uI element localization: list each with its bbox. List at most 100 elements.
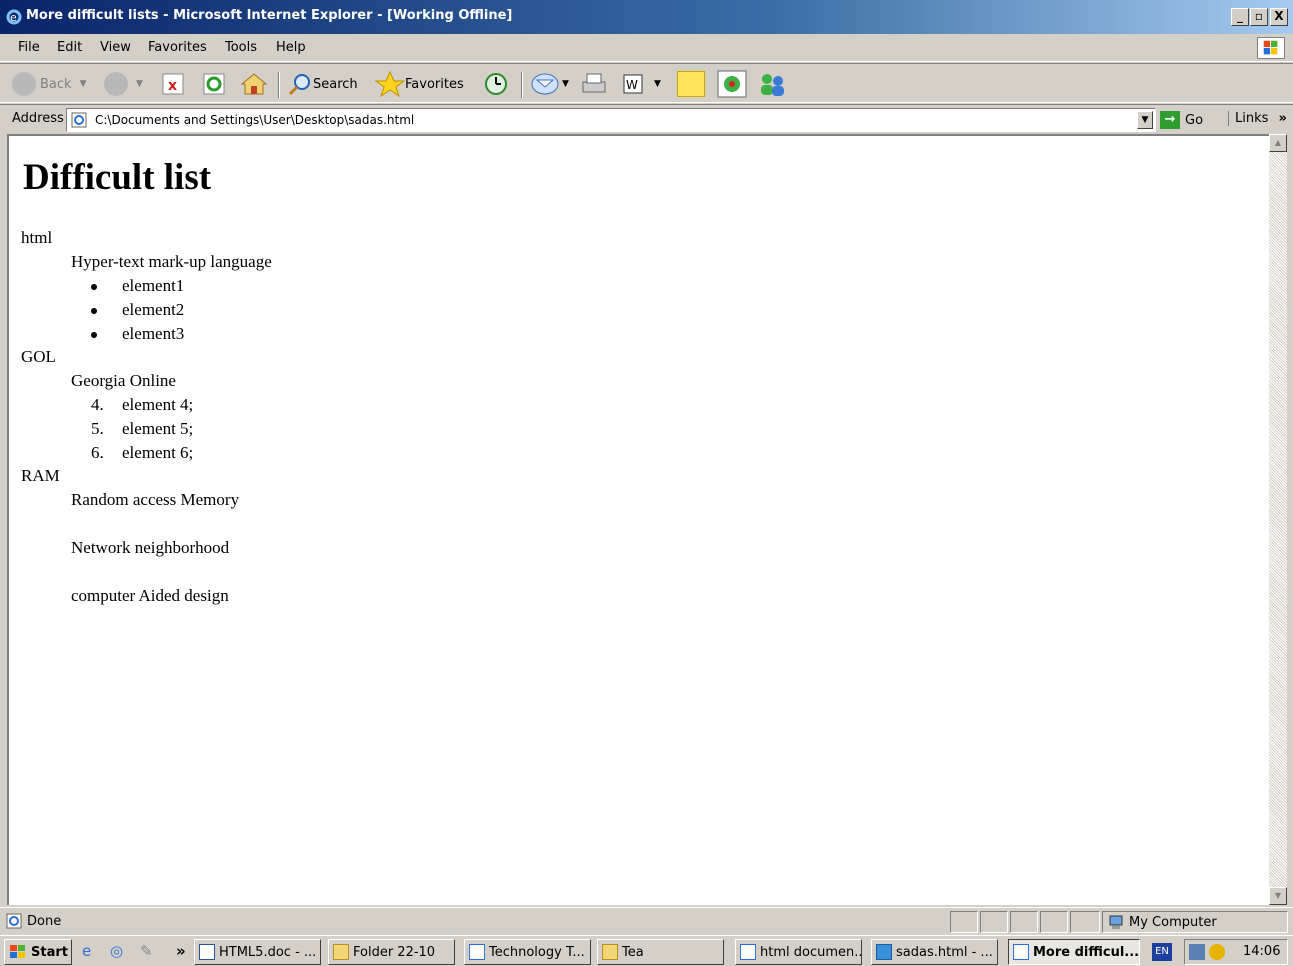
scroll-up-button[interactable]: ▲ <box>1269 134 1287 152</box>
list-item: element2 <box>122 300 185 319</box>
go-button[interactable]: → Go <box>1160 110 1203 130</box>
ie-icon <box>1013 944 1029 960</box>
forward-button[interactable]: ▼ <box>104 71 143 97</box>
quicklaunch-chevron-icon[interactable]: » <box>176 942 186 960</box>
minimize-button[interactable]: _ <box>1231 8 1249 26</box>
address-dropdown-button[interactable]: ▼ <box>1137 111 1153 129</box>
quicklaunch-tool-icon[interactable]: ✎ <box>140 942 153 960</box>
page-icon <box>71 112 87 128</box>
people-icon <box>761 74 784 96</box>
status-text: Done <box>27 913 62 929</box>
bullet-icon <box>91 284 97 290</box>
task-label: Folder 22-10 <box>353 944 436 960</box>
task-html-documen[interactable]: html documen... <box>735 939 862 965</box>
menu-bar: File Edit View Favorites Tools Help <box>0 34 1293 62</box>
quicklaunch-outlook-icon[interactable]: ◎ <box>110 942 123 960</box>
dl-term-ram: RAM <box>21 466 60 485</box>
language-indicator[interactable]: EN <box>1152 943 1172 961</box>
start-button[interactable]: Start <box>4 939 72 965</box>
page-heading: Difficult list <box>23 157 212 198</box>
task-tea[interactable]: Tea <box>597 939 724 965</box>
svg-text:x: x <box>168 78 177 94</box>
mail-icon <box>531 73 559 95</box>
list-item: element 5; <box>122 419 194 438</box>
menu-tools[interactable]: Tools <box>225 40 257 55</box>
refresh-button[interactable] <box>203 71 225 97</box>
vertical-scrollbar[interactable]: ▲ ▼ <box>1269 134 1287 905</box>
system-tray: 14:06 <box>1184 939 1288 965</box>
list-item: element3 <box>122 324 185 343</box>
home-button[interactable] <box>241 71 267 97</box>
address-label: Address <box>12 111 64 126</box>
history-icon <box>485 73 507 95</box>
task-folder-22-10[interactable]: Folder 22-10 <box>328 939 455 965</box>
maximize-button[interactable]: ▫ <box>1250 8 1268 26</box>
home-icon <box>241 73 267 95</box>
folder-icon <box>602 944 618 960</box>
standard-toolbar: Back ▼ ▼ x Search Favorites ▼ W ▼ <box>0 63 1293 103</box>
note-icon <box>677 71 705 97</box>
security-icon[interactable] <box>1209 944 1225 960</box>
links-button[interactable]: Links » <box>1228 111 1287 126</box>
address-bar: Address C:\Documents and Settings\User\D… <box>0 104 1293 134</box>
start-label: Start <box>31 944 68 960</box>
favorites-star-icon <box>375 71 405 97</box>
word-icon: W <box>623 74 643 94</box>
back-button[interactable]: Back ▼ <box>12 71 86 97</box>
search-button[interactable]: Search <box>287 71 358 97</box>
dl-def-gol: Georgia Online <box>71 371 176 390</box>
chevron-right-icon: » <box>1278 111 1287 126</box>
list-marker: 6. <box>91 443 104 462</box>
links-label: Links <box>1235 111 1269 126</box>
task-html5-doc[interactable]: HTML5.doc - ... <box>194 939 321 965</box>
ie-page-icon <box>6 913 22 929</box>
close-button[interactable]: X <box>1270 8 1288 26</box>
page-content: Difficult list html Hyper-text mark-up l… <box>7 134 1269 905</box>
stop-button[interactable]: x <box>162 71 184 97</box>
menu-edit[interactable]: Edit <box>57 40 82 55</box>
address-input[interactable]: C:\Documents and Settings\User\Desktop\s… <box>66 108 1156 132</box>
task-sadas-html[interactable]: sadas.html - ... <box>871 939 998 965</box>
svg-text:W: W <box>626 78 638 92</box>
menu-help[interactable]: Help <box>276 40 306 55</box>
task-label: More difficul... <box>1033 944 1140 960</box>
title-bar[interactable]: e More difficult lists - Microsoft Inter… <box>0 0 1293 34</box>
discuss-button[interactable] <box>677 71 705 97</box>
scroll-down-button[interactable]: ▼ <box>1269 887 1287 905</box>
folder-icon <box>333 944 349 960</box>
contacts-button[interactable] <box>757 71 787 97</box>
list-item: element 6; <box>122 443 194 462</box>
status-bar: Done My Computer <box>0 907 1293 935</box>
go-label: Go <box>1185 112 1204 128</box>
back-arrow-icon <box>12 72 36 96</box>
task-label: HTML5.doc - ... <box>219 944 317 960</box>
menu-file[interactable]: File <box>18 40 40 55</box>
ie-icon <box>740 944 756 960</box>
task-more-difficult[interactable]: More difficul... <box>1008 939 1140 965</box>
edit-word-button[interactable]: W ▼ <box>622 71 661 97</box>
task-label: Technology T... <box>489 944 585 960</box>
print-button[interactable] <box>580 71 608 97</box>
clock[interactable]: 14:06 <box>1243 944 1280 959</box>
history-button[interactable] <box>483 71 509 97</box>
network-icon[interactable] <box>1189 944 1205 960</box>
dl-def-ram: Random access Memory <box>71 490 240 509</box>
my-computer-icon <box>1109 915 1123 929</box>
menu-view[interactable]: View <box>100 40 131 55</box>
notepad-icon <box>876 944 892 960</box>
dl-def-html: Hyper-text mark-up language <box>71 252 272 271</box>
window-title: More difficult lists - Microsoft Interne… <box>26 8 513 23</box>
ie-icon <box>469 944 485 960</box>
task-technology[interactable]: Technology T... <box>464 939 591 965</box>
mail-button[interactable]: ▼ <box>530 71 569 97</box>
search-icon <box>288 74 310 96</box>
forward-dropdown-icon: ▼ <box>136 79 143 89</box>
forward-arrow-icon <box>104 72 128 96</box>
list-marker: 5. <box>91 419 104 438</box>
quicklaunch-ie-icon[interactable]: e <box>82 942 91 960</box>
favorites-button[interactable]: Favorites <box>375 71 464 97</box>
stop-icon: x <box>162 73 184 95</box>
menu-favorites[interactable]: Favorites <box>148 40 207 55</box>
back-label: Back <box>40 76 72 92</box>
messenger-button[interactable] <box>717 70 747 98</box>
